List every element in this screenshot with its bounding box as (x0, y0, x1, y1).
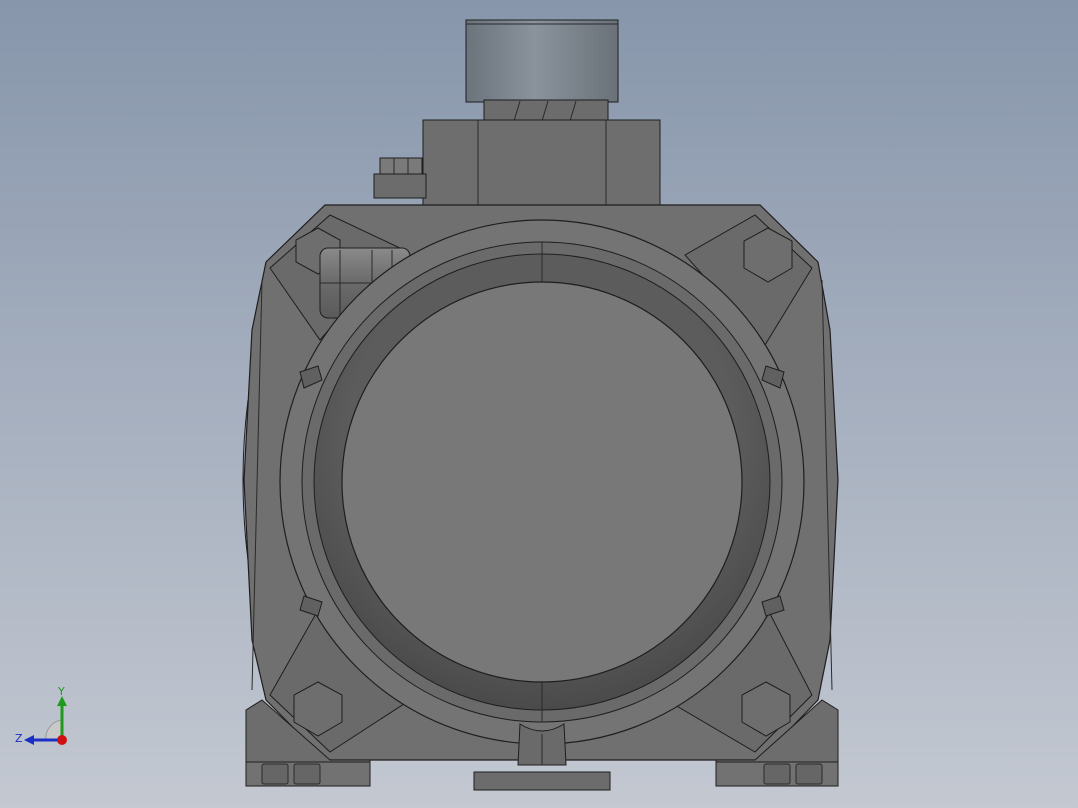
top-cap[interactable] (465, 19, 619, 123)
front-flange[interactable] (279, 219, 805, 745)
motor-model[interactable] (0, 0, 1078, 808)
view-orientation-triad: Y Z (10, 684, 76, 754)
axis-z-label: Z (15, 732, 23, 745)
graphics-viewport[interactable]: Y Z (0, 0, 1078, 808)
axis-y-label: Y (58, 685, 65, 698)
hex-nut-top-left (373, 157, 427, 199)
